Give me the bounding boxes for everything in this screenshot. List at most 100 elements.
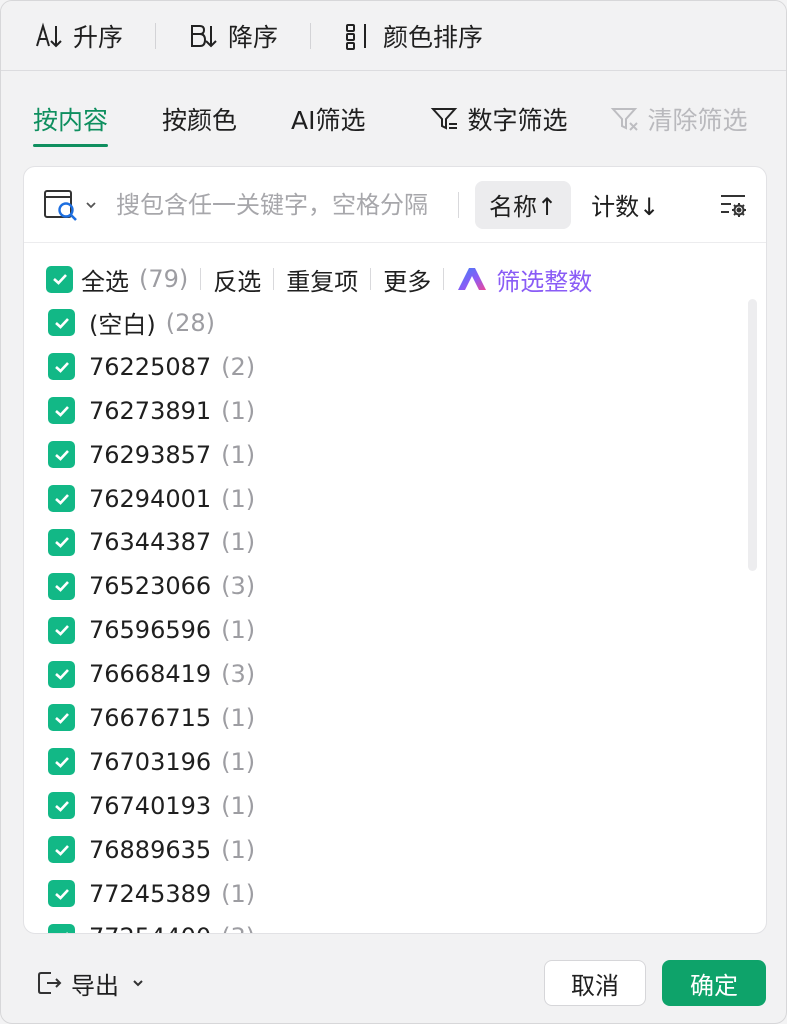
checkmark-icon: [54, 405, 69, 417]
item-count: (28): [165, 308, 215, 337]
list-item[interactable]: 77254400 (3): [24, 915, 766, 933]
more-link[interactable]: 更多: [383, 262, 431, 297]
color-sort-button[interactable]: 颜色排序: [343, 18, 483, 54]
tab-by-color[interactable]: 按颜色: [162, 101, 237, 137]
sort-by-count-button[interactable]: 计数↓: [591, 187, 659, 222]
search-input[interactable]: [116, 190, 456, 219]
item-checkbox[interactable]: [48, 660, 75, 688]
color-sort-label: 颜色排序: [383, 22, 484, 52]
item-checkbox[interactable]: [48, 880, 75, 908]
divider: [370, 268, 372, 290]
sort-descending-button[interactable]: 降序: [188, 18, 278, 54]
list-item[interactable]: 76596596 (1): [24, 608, 766, 652]
item-count: (1): [221, 747, 256, 776]
list-settings-icon[interactable]: [718, 189, 750, 221]
checkmark-icon: [54, 844, 69, 856]
checkmark-icon: [54, 888, 69, 900]
scrollbar-thumb[interactable]: [748, 299, 757, 571]
item-checkbox[interactable]: [48, 353, 75, 381]
search-scope-dropdown[interactable]: [42, 186, 98, 224]
checkmark-icon: [54, 581, 69, 593]
list-item[interactable]: 76740193 (1): [24, 784, 766, 828]
checkmark-icon: [54, 625, 69, 636]
list-item[interactable]: 77245389 (1): [24, 872, 766, 916]
item-checkbox[interactable]: [48, 441, 75, 469]
divider: [310, 22, 312, 49]
sort-ascending-button[interactable]: 升序: [33, 18, 123, 54]
item-count: (1): [221, 879, 256, 908]
item-count: (1): [221, 616, 256, 645]
item-checkbox[interactable]: [48, 309, 75, 337]
item-checkbox[interactable]: [48, 836, 75, 864]
sort-descending-icon: [191, 24, 217, 47]
search-row: 名称↑ 计数↓: [24, 167, 766, 243]
list-item[interactable]: 76668419 (3): [24, 652, 766, 696]
item-label: 76703196: [89, 747, 212, 776]
list-item[interactable]: 76523066 (3): [24, 564, 766, 608]
clear-filter-button[interactable]: 清除筛选: [610, 101, 748, 137]
item-label: 76273891: [89, 396, 212, 425]
checkmark-icon: [54, 449, 69, 461]
list-item[interactable]: 76293857 (1): [24, 433, 766, 477]
confirm-button[interactable]: 确定: [662, 960, 766, 1006]
tab-by-content[interactable]: 按内容: [33, 101, 109, 147]
item-label: 76676715: [89, 703, 212, 732]
divider: [273, 268, 275, 290]
item-count: (1): [221, 703, 256, 732]
item-checkbox[interactable]: [48, 748, 75, 776]
item-count: (3): [221, 660, 256, 689]
ai-filter-integers-button[interactable]: 筛选整数: [456, 262, 592, 297]
chevron-down-icon: [86, 201, 96, 208]
checkmark-icon: [54, 361, 69, 373]
item-count: (3): [221, 572, 256, 601]
item-count: (1): [221, 396, 256, 425]
scrollbar[interactable]: [748, 299, 758, 571]
divider: [200, 268, 202, 290]
item-checkbox[interactable]: [48, 485, 75, 512]
list-item[interactable]: 76889635 (1): [24, 828, 766, 872]
item-count: (1): [221, 835, 256, 864]
list-item[interactable]: 76225087 (2): [24, 345, 766, 389]
list-item[interactable]: 76676715 (1): [24, 696, 766, 740]
list-item[interactable]: (空白) (28): [24, 301, 766, 345]
item-checkbox[interactable]: [48, 397, 75, 425]
item-label: 76294001: [89, 484, 212, 513]
list-item[interactable]: 76294001 (1): [24, 477, 766, 521]
item-checkbox[interactable]: [48, 528, 75, 556]
item-count: (1): [221, 791, 256, 820]
clear-filter-label: 清除筛选: [647, 106, 748, 135]
item-count: (3): [221, 923, 255, 933]
tab-ai-filter[interactable]: AI筛选: [291, 101, 365, 137]
sort-by-name-button[interactable]: 名称↑: [475, 180, 572, 229]
search-scope-icon: [44, 189, 77, 221]
checkmark-icon: [54, 713, 69, 724]
list-item[interactable]: 76273891 (1): [24, 389, 766, 433]
item-checkbox[interactable]: [48, 923, 75, 933]
invert-selection-link[interactable]: 反选: [213, 262, 261, 297]
item-count: (1): [221, 528, 256, 557]
item-label: 77245389: [89, 879, 212, 908]
checkmark-icon: [54, 669, 69, 680]
list-item[interactable]: 76344387 (1): [24, 520, 766, 564]
item-label: 76344387: [89, 528, 212, 557]
export-dropdown[interactable]: 导出: [35, 966, 145, 1001]
duplicates-link[interactable]: 重复项: [286, 262, 358, 297]
filter-content-card: 名称↑ 计数↓ 全选 (79) 反选 重复项 更多: [23, 166, 767, 934]
list-item[interactable]: 76703196 (1): [24, 740, 766, 784]
item-checkbox[interactable]: [48, 792, 75, 820]
divider: [155, 22, 157, 49]
clear-filter-icon: [610, 108, 638, 131]
ai-filter-label: 筛选整数: [496, 267, 593, 296]
checkmark-icon: [54, 318, 69, 329]
footer: 导出 取消 确定: [1, 941, 786, 1023]
item-checkbox[interactable]: [48, 704, 75, 732]
sort-ascending-label: 升序: [73, 22, 124, 52]
select-all-checkbox[interactable]: [46, 265, 73, 293]
item-checkbox[interactable]: [48, 572, 75, 600]
value-list: (空白) (28) 76225087 (2) 76273891 (1) 76293857 (1…: [24, 301, 766, 933]
tab-number-filter[interactable]: 数字筛选: [430, 101, 568, 137]
item-checkbox[interactable]: [48, 616, 75, 644]
item-label: 76668419: [89, 660, 212, 689]
divider: [458, 191, 459, 218]
cancel-button[interactable]: 取消: [544, 960, 646, 1006]
